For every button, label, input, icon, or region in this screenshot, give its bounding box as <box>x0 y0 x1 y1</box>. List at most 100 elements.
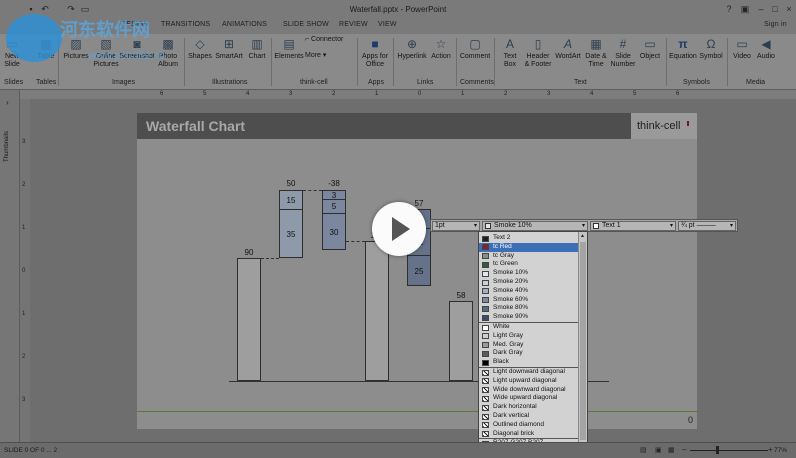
comment-button[interactable]: ▢ Comment <box>458 36 492 61</box>
vertical-ruler: 3 2 1 0 1 2 3 <box>20 99 30 442</box>
slide-canvas[interactable]: Waterfall Chart think-cell 90 15 35 50 3 5 30-… <box>137 113 697 429</box>
zoom-out-icon[interactable]: – <box>682 445 686 454</box>
dropdown-option[interactable]: White <box>479 323 579 332</box>
dropdown-option[interactable]: Black <box>479 358 579 367</box>
connector-button[interactable]: ⌐ Connector <box>305 36 353 44</box>
textbox-icon: A <box>505 37 514 51</box>
waterfall-bar[interactable]: 15 35 <box>279 190 303 258</box>
waterfall-bar[interactable] <box>365 241 389 381</box>
zoom-in-icon[interactable]: + <box>768 445 773 454</box>
waterfall-chart[interactable]: 901535503530-381121131255758 <box>137 113 697 403</box>
dropdown-option[interactable]: Light Gray <box>479 332 579 341</box>
expand-pane-icon[interactable]: › <box>6 98 9 107</box>
dropdown-option[interactable]: Smoke 20% <box>479 278 579 287</box>
fill-color-combo[interactable]: Smoke 10% ▾ <box>482 221 588 231</box>
header-footer-button[interactable]: ▯ Header & Footer <box>523 36 553 69</box>
wordart-button[interactable]: A WordArt <box>553 36 583 61</box>
dropdown-option[interactable]: Light upward diagonal <box>479 377 579 386</box>
dropdown-option-label: Outlined diamond <box>493 420 544 428</box>
zoom-level[interactable]: 77% <box>774 447 787 454</box>
ruler-tick-label: 3 <box>547 91 551 97</box>
notes-icon[interactable]: ▤ <box>640 446 647 454</box>
color-dropdown[interactable]: Text 2 tc Red tc Gray tc Green Smoke 10% Smok… <box>478 231 588 455</box>
bar-segment-label <box>366 242 388 382</box>
smartart-button[interactable]: ⊞ SmartArt <box>213 36 245 61</box>
tab-animations[interactable]: ANIMATIONS <box>222 21 267 28</box>
dropdown-option[interactable]: Smoke 60% <box>479 296 579 305</box>
dropdown-option[interactable]: Text 2 <box>479 234 579 243</box>
hyperlink-button[interactable]: ⊕ Hyperlink <box>396 36 428 61</box>
waterfall-bar[interactable] <box>237 258 261 381</box>
dropdown-option[interactable]: Outlined diamond <box>479 421 579 430</box>
close-icon[interactable]: × <box>782 3 796 15</box>
chart-button[interactable]: ▥ Chart <box>245 36 269 61</box>
more-button[interactable]: More ▾ <box>305 52 345 60</box>
dropdown-option[interactable]: Dark horizontal <box>479 403 579 412</box>
chevron-down-icon: ▾ <box>669 223 673 229</box>
dropdown-option[interactable]: Smoke 90% <box>479 313 579 322</box>
dropdown-option[interactable]: Light downward diagonal <box>479 368 579 377</box>
equation-button[interactable]: π Equation <box>667 36 699 61</box>
tab-transitions[interactable]: TRANSITIONS <box>161 21 210 28</box>
text-box-button[interactable]: A Text Box <box>497 36 523 69</box>
object-button[interactable]: ▭ Object <box>636 36 664 61</box>
action-icon: ☆ <box>435 37 447 51</box>
scroll-up-icon[interactable]: ▲ <box>580 233 585 239</box>
horizontal-ruler: 6 5 4 3 2 1 0 1 2 3 4 5 6 <box>20 90 796 99</box>
sign-in-link[interactable]: Sign in <box>764 21 787 28</box>
minimize-icon[interactable]: – <box>754 3 768 15</box>
dropdown-option[interactable]: Smoke 80% <box>479 304 579 313</box>
video-icon: ▭ <box>736 37 748 51</box>
elements-icon: ▤ <box>283 37 295 51</box>
maximize-icon[interactable]: □ <box>768 3 782 15</box>
group-label-text: Text <box>574 79 587 86</box>
bar-total-label: -38 <box>328 179 340 188</box>
dropdown-option-label: Dark vertical <box>493 412 530 419</box>
tab-slide-show[interactable]: SLIDE SHOW <box>283 21 329 28</box>
dropdown-option[interactable]: Med. Gray <box>479 341 579 350</box>
dropdown-option[interactable]: tc Gray <box>479 252 579 261</box>
scrollbar-thumb[interactable] <box>580 242 586 440</box>
elements-button[interactable]: ▤ Elements <box>274 36 304 61</box>
apps-for-office-button[interactable]: ■ Apps for Office <box>360 36 390 69</box>
tab-review[interactable]: REVIEW <box>339 21 368 28</box>
dropdown-option[interactable]: Dark vertical <box>479 412 579 421</box>
color-swatch <box>482 333 489 340</box>
dropdown-option[interactable]: Diagonal brick <box>479 430 579 439</box>
dropdown-scrollbar[interactable]: ▲ ▼ <box>578 232 587 454</box>
dropdown-option[interactable]: Dark Gray <box>479 349 579 358</box>
dropdown-option[interactable]: tc Red <box>479 242 579 252</box>
slide-sorter-icon[interactable]: ▦ <box>668 446 675 454</box>
action-button[interactable]: ☆ Action <box>428 36 454 61</box>
thumbnails-pane[interactable]: › Thumbnails <box>0 90 20 442</box>
video-play-button[interactable] <box>372 202 426 256</box>
dropdown-option[interactable]: Wide upward diagonal <box>479 394 579 403</box>
zoom-slider-knob[interactable] <box>716 446 719 454</box>
audio-button[interactable]: ◀ Audio <box>754 36 778 61</box>
color-swatch <box>482 297 489 304</box>
line-color-combo[interactable]: Text 1 ▾ <box>590 221 676 231</box>
tab-view[interactable]: VIEW <box>378 21 397 28</box>
dropdown-option[interactable]: Smoke 40% <box>479 287 579 296</box>
color-swatch <box>482 253 489 260</box>
line-weight-combo[interactable]: ¾ pt ——— ▾ <box>678 221 736 231</box>
smartart-icon: ⊞ <box>223 37 235 51</box>
date-time-icon: ▦ <box>590 37 602 51</box>
help-button[interactable]: ? <box>722 3 736 15</box>
symbol-button[interactable]: Ω Symbol <box>698 36 724 61</box>
dropdown-option[interactable]: tc Green <box>479 260 579 269</box>
normal-view-icon[interactable]: ▣ <box>655 446 662 454</box>
dropdown-option[interactable]: Wide downward diagonal <box>479 386 579 395</box>
waterfall-bar[interactable] <box>449 301 473 381</box>
date-time-button[interactable]: ▦ Date & Time <box>582 36 610 69</box>
slide-number-button[interactable]: # Slide Number <box>608 36 638 69</box>
video-button[interactable]: ▭ Video <box>730 36 754 61</box>
slide-info: SLIDE 0 OF 0 ... 2 <box>4 447 58 454</box>
audio-icon: ◀ <box>761 37 771 51</box>
zoom-slider[interactable] <box>690 450 768 451</box>
shapes-button[interactable]: ◇ Shapes <box>186 36 214 61</box>
dropdown-option[interactable]: Smoke 10% <box>479 269 579 278</box>
ribbon-options-icon[interactable]: ▣ <box>738 3 752 15</box>
font-size-combo[interactable]: 1pt ▾ <box>432 221 480 231</box>
waterfall-bar[interactable]: 3 5 30 <box>322 190 346 250</box>
